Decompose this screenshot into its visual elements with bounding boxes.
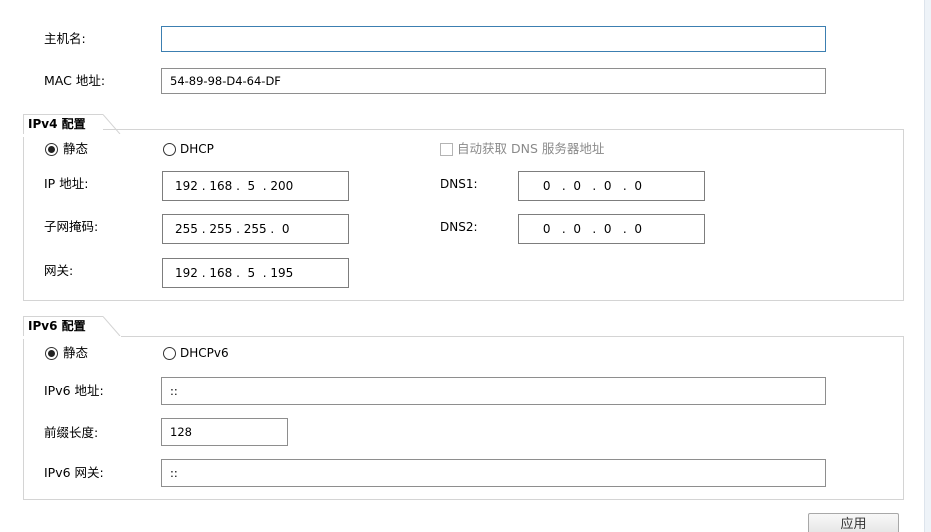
mask-input[interactable]: 255 . 255 . 255 . 0: [162, 214, 349, 244]
ipv4-dhcp-label: DHCP: [180, 142, 214, 156]
ipv6-gateway-label: IPv6 网关:: [44, 465, 104, 480]
ipv4-tab: IPv4 配置: [23, 114, 121, 137]
vertical-scrollbar[interactable]: [924, 0, 931, 532]
prefix-input[interactable]: 128: [161, 418, 288, 446]
ipv4-title: IPv4 配置: [28, 117, 86, 131]
dns2-label: DNS2:: [440, 220, 478, 234]
prefix-label: 前缀长度:: [44, 425, 99, 440]
apply-button[interactable]: 应用: [808, 513, 899, 532]
ip-input[interactable]: 192 . 168 . 5 . 200: [162, 171, 349, 201]
ip-label: IP 地址:: [44, 176, 89, 191]
ipv6-static-radio[interactable]: [45, 347, 58, 360]
network-config-panel: 主机名: MAC 地址: 54-89-98-D4-64-DF IPv4 配置 静…: [0, 0, 931, 532]
ipv6-addr-label: IPv6 地址:: [44, 383, 104, 398]
tab-slant-decoration: [103, 316, 121, 337]
ipv6-static-label: 静态: [63, 345, 89, 360]
ipv4-dhcp-radio[interactable]: [163, 143, 176, 156]
mask-label: 子网掩码:: [44, 219, 99, 234]
ipv6-dhcp-label: DHCPv6: [180, 346, 229, 360]
ipv4-static-radio[interactable]: [45, 143, 58, 156]
mac-field[interactable]: 54-89-98-D4-64-DF: [161, 68, 826, 94]
ipv6-gateway-input[interactable]: ::: [161, 459, 826, 487]
dns2-input[interactable]: 0 . 0 . 0 . 0: [518, 214, 705, 244]
ipv6-addr-input[interactable]: ::: [161, 377, 826, 405]
mac-label: MAC 地址:: [44, 73, 106, 88]
gateway-label: 网关:: [44, 263, 74, 278]
hostname-label: 主机名:: [44, 31, 86, 46]
dns1-label: DNS1:: [440, 177, 478, 191]
hostname-input[interactable]: [161, 26, 826, 52]
auto-dns-label: 自动获取 DNS 服务器地址: [457, 141, 605, 156]
ipv6-title: IPv6 配置: [28, 319, 86, 333]
auto-dns-checkbox[interactable]: [440, 143, 453, 156]
ipv4-static-label: 静态: [63, 141, 89, 156]
ipv6-tab: IPv6 配置: [23, 316, 121, 339]
tab-slant-decoration: [103, 114, 121, 135]
gateway-input[interactable]: 192 . 168 . 5 . 195: [162, 258, 349, 288]
ipv6-dhcp-radio[interactable]: [163, 347, 176, 360]
dns1-input[interactable]: 0 . 0 . 0 . 0: [518, 171, 705, 201]
